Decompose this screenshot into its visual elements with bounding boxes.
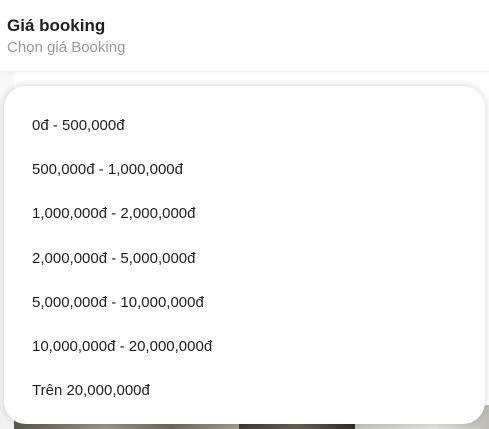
page: Giá booking Chọn giá Booking 0đ - 500,00… xyxy=(0,0,489,429)
price-option[interactable]: 5,000,000đ - 10,000,000đ xyxy=(4,281,485,325)
booking-price-label: Giá booking xyxy=(7,16,106,35)
price-option[interactable]: 500,000đ - 1,000,000đ xyxy=(4,148,485,192)
price-option[interactable]: 1,000,000đ - 2,000,000đ xyxy=(4,192,485,236)
price-option[interactable]: 0đ - 500,000đ xyxy=(4,104,485,148)
booking-price-placeholder: Chọn giá Booking xyxy=(7,39,126,56)
booking-price-select[interactable]: Giá booking Chọn giá Booking xyxy=(0,0,489,72)
price-option[interactable]: 10,000,000đ - 20,000,000đ xyxy=(4,325,485,369)
price-option[interactable]: 2,000,000đ - 5,000,000đ xyxy=(4,237,485,281)
price-options-dropdown: 0đ - 500,000đ 500,000đ - 1,000,000đ 1,00… xyxy=(4,86,485,424)
price-option[interactable]: Trên 20,000,000đ xyxy=(4,369,485,413)
